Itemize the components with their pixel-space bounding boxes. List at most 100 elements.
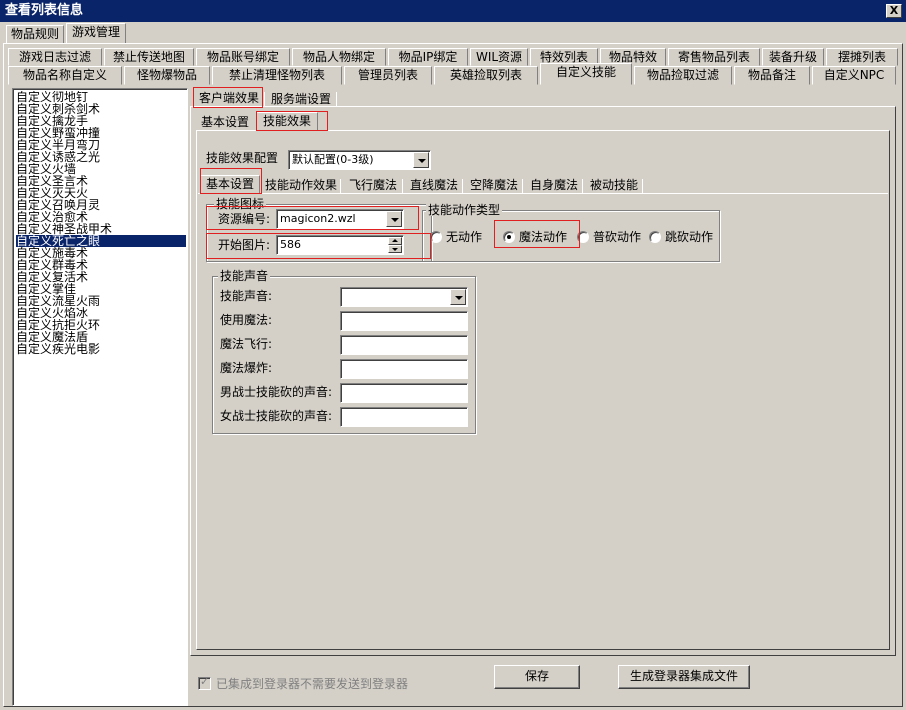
list-item[interactable]: 自定义神圣战甲术 (16, 223, 186, 235)
tab-label: 物品人物绑定 (302, 50, 375, 64)
tab-basic-settings[interactable]: 基本设置 (198, 114, 252, 131)
list-item[interactable]: 自定义死亡之眼 (16, 235, 186, 247)
list-item[interactable]: 自定义疾光电影 (16, 343, 186, 355)
list-item[interactable]: 自定义抗拒火环 (16, 319, 186, 331)
tab-label: 物品规则 (10, 27, 59, 41)
tab-item-rules[interactable]: 物品规则 (6, 25, 64, 44)
save-button[interactable]: 保存 (494, 665, 580, 689)
divider (198, 193, 888, 194)
tab-row1-item[interactable]: 物品人物绑定 (292, 48, 386, 66)
magic-tab[interactable]: 飞行魔法 (344, 177, 402, 194)
sound-field-input[interactable] (340, 407, 468, 427)
tab-label: 基本设置 (200, 115, 249, 129)
tab-row1-item[interactable]: 游戏日志过滤 (8, 48, 102, 66)
start-image-stepper[interactable]: 586 (276, 235, 404, 255)
sound-field-label: 魔法爆炸: (220, 361, 273, 375)
list-item[interactable]: 自定义掌佳 (16, 283, 186, 295)
tab-row2-item[interactable]: 物品备注 (734, 66, 810, 85)
tab-row2-item[interactable]: 怪物爆物品 (124, 66, 210, 85)
sound-field-input[interactable] (340, 383, 468, 403)
sound-field-label: 男战士技能砍的声音: (220, 385, 333, 399)
tab-row2-item[interactable]: 自定义技能 (540, 63, 632, 85)
tab-row1-item[interactable]: WIL资源 (470, 48, 528, 66)
action-radio[interactable] (503, 231, 515, 243)
tab-row1-item[interactable]: 禁止传送地图 (104, 48, 194, 66)
list-item[interactable]: 自定义复活术 (16, 271, 186, 283)
list-item[interactable]: 自定义半月弯刀 (16, 139, 186, 151)
sound-field-input[interactable] (340, 359, 468, 379)
list-item[interactable]: 自定义召唤月灵 (16, 199, 186, 211)
tab-skill-effect[interactable]: 技能效果 (256, 112, 318, 131)
spin-up-icon[interactable] (388, 237, 402, 245)
action-radio[interactable] (577, 231, 589, 243)
tab-label: 基本设置 (205, 177, 254, 191)
list-item[interactable]: 自定义群毒术 (16, 259, 186, 271)
tab-row2-item[interactable]: 管理员列表 (344, 66, 432, 85)
tab-label: WIL资源 (475, 50, 523, 64)
sound-field-label: 女战士技能砍的声音: (220, 409, 333, 423)
magic-tab[interactable]: 自身魔法 (526, 177, 582, 194)
tab-divider (340, 179, 341, 193)
skill-sound-select[interactable] (340, 287, 468, 307)
tab-row1-item[interactable]: 物品IP绑定 (388, 48, 468, 66)
tab-row2-item[interactable]: 禁止清理怪物列表 (212, 66, 342, 85)
list-item[interactable]: 自定义施毒术 (16, 247, 186, 259)
action-radio[interactable] (649, 231, 661, 243)
list-item[interactable]: 自定义灭天火 (16, 187, 186, 199)
resource-label: 资源编号: (218, 212, 271, 226)
tab-label: 管理员列表 (357, 68, 418, 82)
tab-label: 物品IP绑定 (398, 50, 458, 64)
tab-divider (462, 179, 463, 193)
tab-label: 客户端效果 (198, 91, 259, 105)
list-item[interactable]: 自定义野蛮冲撞 (16, 127, 186, 139)
tab-row2-item[interactable]: 物品名称自定义 (8, 66, 122, 85)
effect-config-label: 技能效果配置 (206, 151, 279, 165)
tab-label: 飞行魔法 (348, 178, 397, 192)
action-radio[interactable] (430, 231, 442, 243)
list-item[interactable]: 自定义火墙 (16, 163, 186, 175)
tab-game-management[interactable]: 游戏管理 (66, 23, 126, 44)
action-radio-label: 普砍动作 (593, 230, 642, 244)
tab-client-effect[interactable]: 客户端效果 (196, 90, 262, 107)
magic-tab[interactable]: 被动技能 (586, 177, 642, 194)
tab-row1-item[interactable]: 物品账号绑定 (196, 48, 290, 66)
list-item[interactable]: 自定义流星火雨 (16, 295, 186, 307)
effect-config-select[interactable]: 默认配置(0-3级) (288, 150, 431, 170)
tab-server-settings[interactable]: 服务端设置 (268, 91, 334, 108)
list-item[interactable]: 自定义擒龙手 (16, 115, 186, 127)
tab-row1-item[interactable]: 装备升级 (762, 48, 824, 66)
tab-row2-item[interactable]: 自定义NPC (812, 66, 896, 85)
list-item[interactable]: 自定义魔法盾 (16, 331, 186, 343)
magic-tab[interactable]: 空降魔法 (466, 177, 522, 194)
integrated-checkbox[interactable] (198, 675, 211, 690)
magic-tab[interactable]: 技能动作效果 (262, 177, 340, 194)
list-item[interactable]: 自定义治愈术 (16, 211, 186, 223)
tab-row1-item[interactable]: 寄售物品列表 (668, 48, 760, 66)
list-item[interactable]: 自定义刺杀剑术 (16, 103, 186, 115)
tab-label: 禁止清理怪物列表 (228, 68, 325, 82)
spin-down-icon[interactable] (388, 245, 402, 253)
skill-listbox[interactable]: 自定义彻地钉 自定义刺杀剑术 自定义擒龙手 自定义野蛮冲撞 自定义半月弯刀 自定义诱惑之光… (12, 88, 188, 706)
close-icon[interactable]: X (886, 4, 902, 18)
generate-integration-file-button[interactable]: 生成登录器集成文件 (618, 665, 750, 689)
tab-label: 物品名称自定义 (22, 68, 107, 82)
resource-select[interactable]: magicon2.wzl (276, 209, 404, 229)
tab-label: 自身魔法 (529, 178, 578, 192)
sound-field-input[interactable] (340, 311, 468, 331)
list-item[interactable]: 自定义诱惑之光 (16, 151, 186, 163)
sound-field-input[interactable] (340, 335, 468, 355)
list-item[interactable]: 自定义圣言术 (16, 175, 186, 187)
tab-row1-item[interactable]: 摆摊列表 (826, 48, 898, 66)
tab-row2-item[interactable]: 英雄捡取列表 (434, 66, 538, 85)
effect-config-value: 默认配置(0-3级) (292, 153, 374, 166)
tab-label: 英雄捡取列表 (449, 68, 522, 82)
chevron-down-icon[interactable] (413, 152, 429, 168)
magic-tab[interactable]: 直线魔法 (406, 177, 462, 194)
list-item[interactable]: 自定义火焰冰 (16, 307, 186, 319)
chevron-down-icon[interactable] (386, 211, 402, 227)
chevron-down-icon[interactable] (450, 289, 466, 305)
tab-row2-item[interactable]: 物品捡取过滤 (634, 66, 732, 85)
magic-tab[interactable]: 基本设置 (200, 175, 260, 194)
list-item[interactable]: 自定义彻地钉 (16, 91, 186, 103)
tab-label: 摆摊列表 (837, 50, 886, 64)
